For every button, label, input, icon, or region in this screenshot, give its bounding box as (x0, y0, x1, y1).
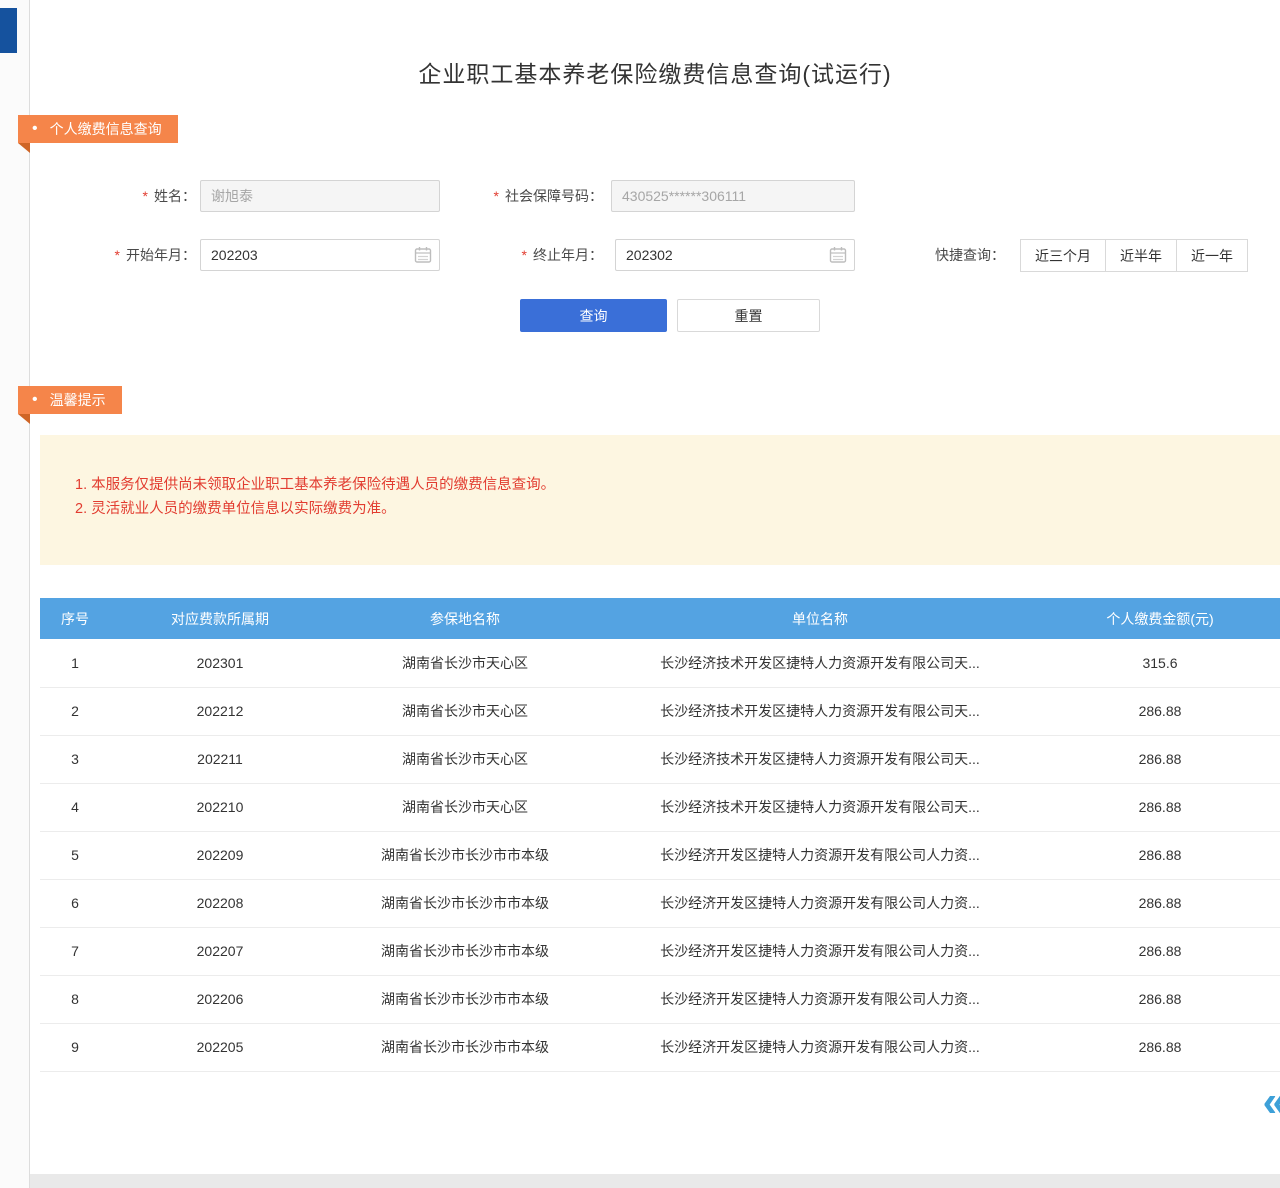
table-row: 8202206湖南省长沙市长沙市市本级长沙经济开发区捷特人力资源开发有限公司人力… (40, 975, 1280, 1023)
table-row: 5202209湖南省长沙市长沙市市本级长沙经济开发区捷特人力资源开发有限公司人力… (40, 831, 1280, 879)
quick-btn-halfyear[interactable]: 近半年 (1105, 239, 1177, 272)
table-cell: 286.88 (1040, 783, 1280, 831)
badge-bullet: • (32, 121, 38, 137)
side-tab[interactable] (0, 8, 17, 53)
table-row: 1202301湖南省长沙市天心区长沙经济技术开发区捷特人力资源开发有限公司天..… (40, 639, 1280, 687)
table-cell: 1 (40, 639, 110, 687)
section-badge-query: • 个人缴费信息查询 (18, 115, 178, 143)
table-cell: 9 (40, 1023, 110, 1071)
page-title: 企业职工基本养老保险缴费信息查询(试运行) (30, 55, 1280, 89)
table-cell: 202208 (110, 879, 330, 927)
table-cell: 202212 (110, 687, 330, 735)
table-cell: 3 (40, 735, 110, 783)
query-button[interactable]: 查询 (520, 299, 667, 332)
badge-bullet: • (32, 392, 38, 408)
quick-query-label: 快捷查询： (935, 239, 1005, 272)
col-header-index: 序号 (40, 598, 110, 639)
left-gutter (0, 0, 30, 1188)
table-row: 9202205湖南省长沙市长沙市市本级长沙经济开发区捷特人力资源开发有限公司人力… (40, 1023, 1280, 1071)
table-cell: 286.88 (1040, 927, 1280, 975)
results-table: 序号 对应费款所属期 参保地名称 单位名称 个人缴费金额(元) 1202301湖… (40, 598, 1280, 1072)
table-cell: 湖南省长沙市长沙市市本级 (330, 927, 600, 975)
ssn-label: *社会保障号码： (430, 180, 603, 212)
start-month-input[interactable] (200, 239, 440, 271)
table-cell: 202211 (110, 735, 330, 783)
quick-btn-3months[interactable]: 近三个月 (1020, 239, 1106, 272)
table-cell: 202206 (110, 975, 330, 1023)
tips-notice-box: 1. 本服务仅提供尚未领取企业职工基本养老保险待遇人员的缴费信息查询。 2. 灵… (40, 435, 1280, 565)
table-cell: 湖南省长沙市天心区 (330, 735, 600, 783)
main-panel: 企业职工基本养老保险缴费信息查询(试运行) • 个人缴费信息查询 *姓名： *社… (30, 0, 1280, 1174)
table-cell: 286.88 (1040, 975, 1280, 1023)
table-body: 1202301湖南省长沙市天心区长沙经济技术开发区捷特人力资源开发有限公司天..… (40, 639, 1280, 1071)
table-cell: 长沙经济技术开发区捷特人力资源开发有限公司天... (600, 735, 1040, 783)
name-input[interactable] (200, 180, 440, 212)
name-label: *姓名： (88, 180, 196, 212)
table-cell: 长沙经济开发区捷特人力资源开发有限公司人力资... (600, 927, 1040, 975)
table-row: 7202207湖南省长沙市长沙市市本级长沙经济开发区捷特人力资源开发有限公司人力… (40, 927, 1280, 975)
table-cell: 286.88 (1040, 735, 1280, 783)
required-mark: * (494, 188, 499, 204)
table-cell: 长沙经济技术开发区捷特人力资源开发有限公司天... (600, 687, 1040, 735)
table-cell: 202301 (110, 639, 330, 687)
end-month-input[interactable] (615, 239, 855, 271)
table-cell: 长沙经济开发区捷特人力资源开发有限公司人力资... (600, 831, 1040, 879)
table-cell: 202207 (110, 927, 330, 975)
table-cell: 长沙经济技术开发区捷特人力资源开发有限公司天... (600, 783, 1040, 831)
tips-line: 1. 本服务仅提供尚未领取企业职工基本养老保险待遇人员的缴费信息查询。 (75, 473, 1260, 497)
end-month-label: *终止年月： (460, 239, 603, 271)
table-row: 3202211湖南省长沙市天心区长沙经济技术开发区捷特人力资源开发有限公司天..… (40, 735, 1280, 783)
start-month-label: *开始年月： (88, 239, 196, 271)
table-row: 4202210湖南省长沙市天心区长沙经济技术开发区捷特人力资源开发有限公司天..… (40, 783, 1280, 831)
quick-btn-oneyear[interactable]: 近一年 (1176, 239, 1248, 272)
table-cell: 湖南省长沙市长沙市市本级 (330, 879, 600, 927)
table-row: 6202208湖南省长沙市长沙市市本级长沙经济开发区捷特人力资源开发有限公司人力… (40, 879, 1280, 927)
table-cell: 长沙经济开发区捷特人力资源开发有限公司人力资... (600, 1023, 1040, 1071)
table-cell: 长沙经济开发区捷特人力资源开发有限公司人力资... (600, 975, 1040, 1023)
table-cell: 5 (40, 831, 110, 879)
required-mark: * (522, 247, 527, 263)
reset-button[interactable]: 重置 (677, 299, 820, 332)
table-cell: 湖南省长沙市长沙市市本级 (330, 975, 600, 1023)
table-cell: 湖南省长沙市长沙市市本级 (330, 1023, 600, 1071)
badge-label: 温馨提示 (50, 390, 106, 410)
quick-query-group: 近三个月 近半年 近一年 (1020, 239, 1248, 272)
required-mark: * (143, 188, 148, 204)
table-cell: 315.6 (1040, 639, 1280, 687)
section-badge-tips: • 温馨提示 (18, 386, 122, 414)
table-cell: 286.88 (1040, 687, 1280, 735)
table-cell: 2 (40, 687, 110, 735)
results-table-wrap: 序号 对应费款所属期 参保地名称 单位名称 个人缴费金额(元) 1202301湖… (40, 598, 1280, 1072)
table-cell: 202209 (110, 831, 330, 879)
page: 企业职工基本养老保险缴费信息查询(试运行) • 个人缴费信息查询 *姓名： *社… (0, 0, 1280, 1188)
col-header-amount: 个人缴费金额(元) (1040, 598, 1280, 639)
table-header-row: 序号 对应费款所属期 参保地名称 单位名称 个人缴费金额(元) (40, 598, 1280, 639)
table-cell: 长沙经济开发区捷特人力资源开发有限公司人力资... (600, 879, 1040, 927)
table-cell: 长沙经济技术开发区捷特人力资源开发有限公司天... (600, 639, 1040, 687)
table-cell: 湖南省长沙市天心区 (330, 687, 600, 735)
ssn-input[interactable] (611, 180, 855, 212)
table-cell: 286.88 (1040, 879, 1280, 927)
required-mark: * (115, 247, 120, 263)
col-header-region: 参保地名称 (330, 598, 600, 639)
table-cell: 202210 (110, 783, 330, 831)
table-cell: 286.88 (1040, 1023, 1280, 1071)
table-cell: 湖南省长沙市天心区 (330, 639, 600, 687)
table-cell: 7 (40, 927, 110, 975)
table-cell: 6 (40, 879, 110, 927)
table-cell: 286.88 (1040, 831, 1280, 879)
table-row: 2202212湖南省长沙市天心区长沙经济技术开发区捷特人力资源开发有限公司天..… (40, 687, 1280, 735)
col-header-period: 对应费款所属期 (110, 598, 330, 639)
col-header-employer: 单位名称 (600, 598, 1040, 639)
table-cell: 湖南省长沙市长沙市市本级 (330, 831, 600, 879)
collapse-chevron-left-icon[interactable]: « (1263, 1080, 1280, 1124)
table-cell: 湖南省长沙市天心区 (330, 783, 600, 831)
badge-label: 个人缴费信息查询 (50, 119, 162, 139)
table-cell: 8 (40, 975, 110, 1023)
table-cell: 202205 (110, 1023, 330, 1071)
tips-line: 2. 灵活就业人员的缴费单位信息以实际缴费为准。 (75, 497, 1260, 521)
table-cell: 4 (40, 783, 110, 831)
